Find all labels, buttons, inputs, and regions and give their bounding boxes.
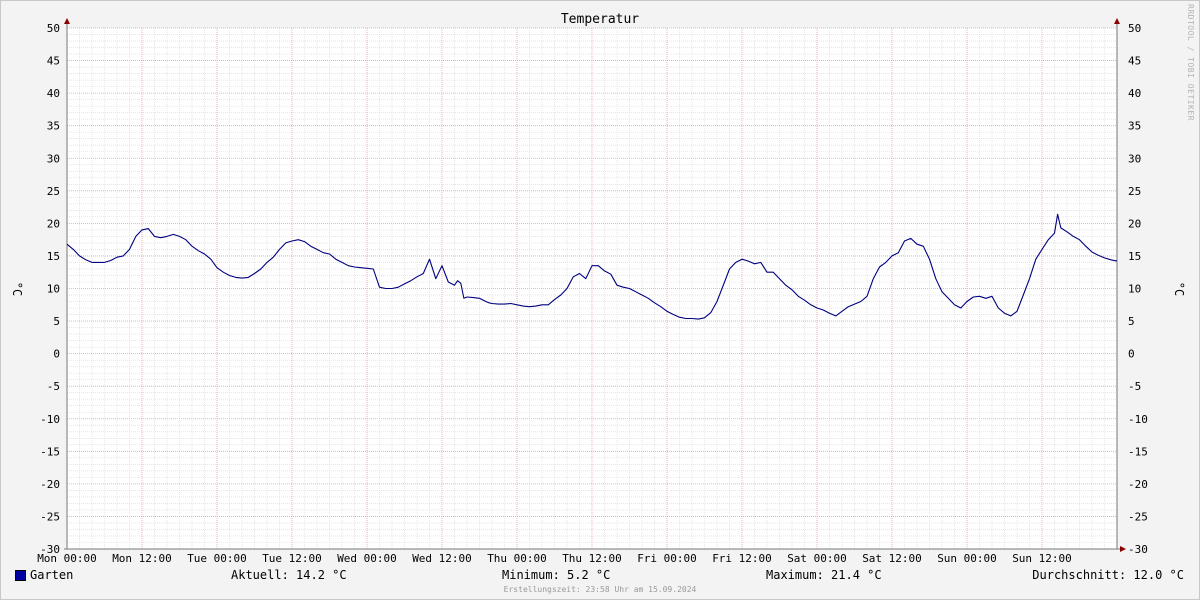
y-tick-label-left: -15	[40, 445, 60, 458]
stat-maximum: Maximum: 21.4 °C	[766, 568, 882, 582]
rrdtool-watermark: RRDTOOL / TOBI OETIKER	[1186, 4, 1195, 121]
stat-minimum: Minimum: 5.2 °C	[502, 568, 611, 582]
y-tick-label-right: -20	[1128, 478, 1148, 491]
y-tick-label-right: -5	[1128, 380, 1141, 393]
x-axis-arrow-icon	[1120, 546, 1126, 552]
y-tick-label-left: 20	[47, 217, 60, 230]
legend-label-garten: Garten	[30, 568, 74, 582]
y-tick-label-right: 20	[1128, 217, 1141, 230]
x-tick-label: Mon 00:00	[37, 552, 97, 565]
y-tick-label-left: 30	[47, 152, 60, 165]
y-tick-label-left: 35	[47, 120, 60, 133]
y-axis-label-right: °C	[1172, 282, 1186, 296]
x-tick-label: Thu 12:00	[562, 552, 622, 565]
x-tick-label: Thu 00:00	[487, 552, 547, 565]
y-tick-label-right: 30	[1128, 152, 1141, 165]
y-tick-label-left: -25	[40, 510, 60, 523]
x-tick-label: Tue 12:00	[262, 552, 322, 565]
y-tick-label-right: 5	[1128, 315, 1135, 328]
y-tick-label-left: 0	[53, 348, 60, 361]
y-tick-label-right: 25	[1128, 185, 1141, 198]
x-tick-label: Fri 00:00	[637, 552, 697, 565]
y-tick-label-right: -10	[1128, 413, 1148, 426]
stat-average: Durchschnitt: 12.0 °C	[1032, 568, 1184, 582]
y-tick-label-right: 15	[1128, 250, 1141, 263]
y-tick-label-left: 5	[53, 315, 60, 328]
stat-current: Aktuell: 14.2 °C	[231, 568, 347, 582]
y-tick-label-right: 50	[1128, 22, 1141, 35]
x-tick-label: Sat 12:00	[862, 552, 922, 565]
x-tick-label: Wed 00:00	[337, 552, 397, 565]
x-tick-label: Sun 12:00	[1012, 552, 1072, 565]
y-tick-label-right: 45	[1128, 55, 1141, 68]
y-tick-label-right: 10	[1128, 283, 1141, 296]
y-tick-label-right: 35	[1128, 120, 1141, 133]
chart-title: Temperatur	[561, 12, 639, 27]
y-tick-label-right: 40	[1128, 87, 1141, 100]
y-tick-label-left: -10	[40, 413, 60, 426]
y-tick-label-right: -30	[1128, 543, 1148, 556]
x-tick-label: Sun 00:00	[937, 552, 997, 565]
y-axis-left-arrow-icon	[64, 18, 70, 24]
y-axis-label-left: °C	[10, 282, 24, 296]
temperature-chart: 50 5045 4540 4035 3530 3025 2520 2015 1510 105 50 0…	[10, 12, 1186, 565]
x-tick-label: Mon 12:00	[112, 552, 172, 565]
y-tick-label-right: 0	[1128, 348, 1135, 361]
y-tick-label-left: -20	[40, 478, 60, 491]
y-tick-label-left: 25	[47, 185, 60, 198]
x-tick-label: Wed 12:00	[412, 552, 472, 565]
y-tick-label-left: 40	[47, 87, 60, 100]
y-tick-label-left: 10	[47, 283, 60, 296]
y-tick-label-left: 45	[47, 55, 60, 68]
x-tick-label: Fri 12:00	[712, 552, 772, 565]
y-tick-label-left: 50	[47, 22, 60, 35]
legend-swatch-garten	[15, 570, 26, 581]
x-tick-label: Sat 00:00	[787, 552, 847, 565]
y-tick-label-right: -15	[1128, 445, 1148, 458]
y-axis-right-arrow-icon	[1114, 18, 1120, 24]
creation-timestamp: Erstellungszeit: 23:58 Uhr am 15.09.2024	[503, 585, 697, 594]
y-tick-label-right: -25	[1128, 510, 1148, 523]
y-tick-label-left: 15	[47, 250, 60, 263]
y-tick-label-left: -5	[47, 380, 60, 393]
x-tick-label: Tue 00:00	[187, 552, 247, 565]
